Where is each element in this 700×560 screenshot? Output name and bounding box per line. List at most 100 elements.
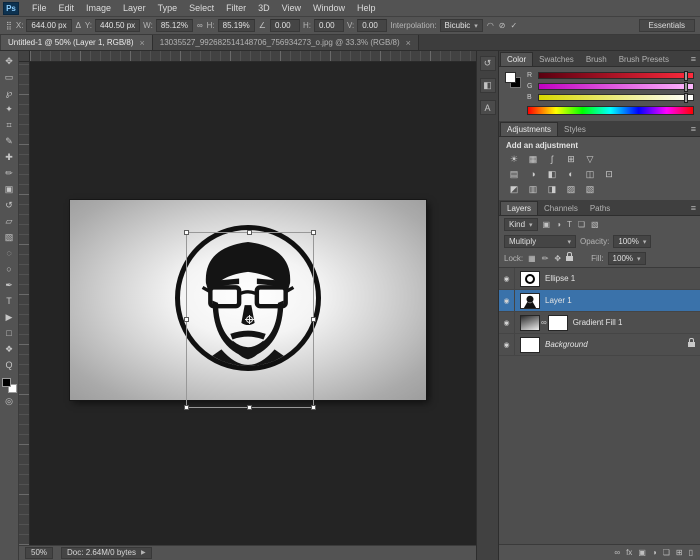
quick-mask-button[interactable]: ◎ (1, 393, 18, 409)
active-color-swatch[interactable] (505, 72, 516, 83)
new-adjustment-button[interactable]: ◑ (652, 548, 657, 557)
new-layer-button[interactable]: ⊞ (676, 548, 683, 557)
clone-stamp-tool[interactable]: ▣ (1, 181, 18, 197)
foreground-color-swatch[interactable] (2, 378, 11, 387)
gradient-map-icon[interactable]: ▨ (565, 184, 577, 195)
tab-brush-presets[interactable]: Brush Presets (613, 53, 675, 66)
invert-icon[interactable]: ◩ (508, 184, 520, 195)
filter-smart-object-icon[interactable]: ▧ (590, 220, 600, 229)
layer-mask-thumbnail[interactable] (548, 315, 568, 331)
tab-adjustments[interactable]: Adjustments (500, 122, 558, 136)
eraser-tool[interactable]: ▱ (1, 213, 18, 229)
interpolation-select[interactable]: Bicubic ▾ (440, 19, 483, 32)
history-panel-icon[interactable]: ↺ (480, 56, 496, 71)
green-slider[interactable] (538, 83, 694, 90)
green-slider-knob[interactable] (684, 82, 688, 92)
menu-window[interactable]: Window (307, 3, 351, 13)
eyedropper-tool[interactable]: ✎ (1, 133, 18, 149)
hue-saturation-icon[interactable]: ▤ (508, 169, 520, 180)
brightness-contrast-icon[interactable]: ☀ (508, 154, 520, 165)
y-input[interactable]: 440.50 px (95, 19, 140, 32)
transform-handle-se[interactable] (311, 405, 316, 410)
document-canvas[interactable] (70, 200, 426, 400)
black-white-icon[interactable]: ◧ (546, 169, 558, 180)
transform-handle-sw[interactable] (184, 405, 189, 410)
canvas-area[interactable] (19, 51, 476, 545)
delta-icon[interactable]: Δ (75, 21, 82, 30)
channel-mixer-icon[interactable]: ◫ (584, 169, 596, 180)
workspace-switcher-button[interactable]: Essentials (639, 19, 695, 32)
layer-row-layer-1[interactable]: ◉ Layer 1 (499, 290, 700, 312)
menu-3d[interactable]: 3D (252, 3, 276, 13)
transform-handle-nw[interactable] (184, 230, 189, 235)
hand-tool[interactable]: ❖ (1, 341, 18, 357)
height-input[interactable]: 85.19% (218, 19, 255, 32)
dodge-tool[interactable]: ○ (1, 261, 18, 277)
warp-mode-icon[interactable]: ◠ (486, 21, 495, 30)
selective-color-icon[interactable]: ▧ (584, 184, 596, 195)
commit-transform-icon[interactable]: ✓ (510, 21, 519, 30)
history-brush-tool[interactable]: ↺ (1, 197, 18, 213)
exposure-icon[interactable]: ⊞ (565, 154, 577, 165)
lasso-tool[interactable]: ℘ (1, 85, 18, 101)
path-selection-tool[interactable]: ▶ (1, 309, 18, 325)
crop-tool[interactable]: ⌗ (1, 117, 18, 133)
document-tab-jpg[interactable]: 13035527_992682514148706_756934273_o.jpg… (153, 35, 419, 50)
width-input[interactable]: 85.12% (156, 19, 193, 32)
menu-help[interactable]: Help (351, 3, 382, 13)
posterize-icon[interactable]: ▥ (527, 184, 539, 195)
menu-image[interactable]: Image (80, 3, 117, 13)
h-skew-input[interactable]: 0.00 (314, 19, 344, 32)
fill-input[interactable]: 100% ▾ (608, 252, 646, 265)
character-panel-icon[interactable]: A (480, 100, 496, 115)
threshold-icon[interactable]: ◨ (546, 184, 558, 195)
type-tool[interactable]: T (1, 293, 18, 309)
tab-swatches[interactable]: Swatches (533, 53, 580, 66)
filter-type-icon[interactable]: T (566, 220, 573, 229)
lock-pixels-icon[interactable]: ✏ (541, 254, 550, 263)
vibrance-icon[interactable]: ▽ (584, 154, 596, 165)
zoom-tool[interactable]: Q (1, 357, 18, 373)
layer-thumbnail[interactable] (520, 293, 540, 309)
color-spectrum-ramp[interactable] (527, 106, 694, 115)
layer-thumbnail[interactable] (520, 315, 540, 331)
transform-handle-ne[interactable] (311, 230, 316, 235)
document-info[interactable]: Doc: 2.64M/0 bytes ▶ (61, 547, 152, 559)
layer-filter-kind-select[interactable]: Kind ▾ (504, 218, 538, 231)
shape-tool[interactable]: □ (1, 325, 18, 341)
mask-link-icon[interactable]: ∞ (541, 318, 547, 327)
lock-transparency-icon[interactable]: ▦ (527, 254, 537, 263)
lock-all-icon[interactable] (566, 256, 573, 261)
visibility-eye-icon[interactable]: ◉ (503, 341, 509, 349)
red-slider-knob[interactable] (684, 71, 688, 81)
tab-styles[interactable]: Styles (558, 123, 592, 136)
layer-row-ellipse-1[interactable]: ◉ Ellipse 1 (499, 268, 700, 290)
transform-bounding-box[interactable] (186, 232, 314, 408)
transform-handle-s[interactable] (247, 405, 252, 410)
quick-selection-tool[interactable]: ✦ (1, 101, 18, 117)
photo-filter-icon[interactable]: ◐ (565, 169, 577, 180)
add-mask-button[interactable]: ▣ (638, 548, 646, 557)
move-tool[interactable]: ✥ (1, 53, 18, 69)
menu-file[interactable]: File (26, 3, 53, 13)
visibility-eye-icon[interactable]: ◉ (503, 275, 509, 283)
delete-layer-button[interactable]: ▯ (689, 548, 693, 557)
levels-icon[interactable]: ▦ (527, 154, 539, 165)
link-layers-button[interactable]: ∞ (614, 548, 620, 557)
close-icon[interactable]: × (406, 38, 411, 48)
filter-adjustment-icon[interactable]: ◑ (555, 220, 562, 229)
visibility-eye-icon[interactable]: ◉ (503, 319, 509, 327)
menu-filter[interactable]: Filter (220, 3, 252, 13)
blur-tool[interactable]: ◌ (1, 245, 18, 261)
new-group-button[interactable]: ❏ (663, 548, 670, 557)
filter-shape-icon[interactable]: ❏ (577, 220, 586, 229)
tab-channels[interactable]: Channels (538, 202, 584, 215)
maintain-aspect-link-icon[interactable]: ∞ (196, 21, 204, 30)
layer-thumbnail[interactable] (520, 337, 540, 353)
reference-point-icon[interactable]: ⣿ (5, 21, 13, 30)
color-balance-icon[interactable]: ◑ (527, 169, 539, 180)
menu-layer[interactable]: Layer (117, 3, 152, 13)
v-skew-input[interactable]: 0.00 (357, 19, 387, 32)
blend-mode-select[interactable]: Multiply ▾ (504, 235, 576, 248)
document-tab-untitled[interactable]: Untitled-1 @ 50% (Layer 1, RGB/8) × (1, 35, 153, 50)
